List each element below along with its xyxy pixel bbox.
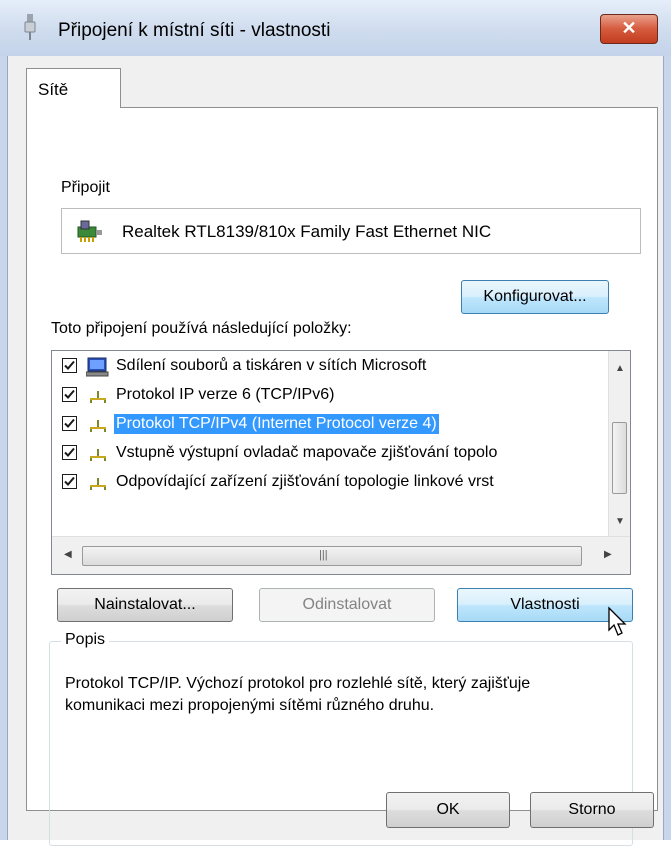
ok-button[interactable]: OK <box>386 792 510 828</box>
network-protocol-icon <box>90 391 106 403</box>
description-text: Protokol TCP/IP. Výchozí protokol pro ro… <box>65 675 531 714</box>
grip-icon: ||| <box>319 549 328 561</box>
components-list[interactable]: Sdílení souborů a tiskáren v sítích Micr… <box>51 350 631 575</box>
tab-panel: Připojit Realtek RTL8139/810x Family Fas… <box>26 107 658 846</box>
computer-icon <box>86 357 109 377</box>
checkbox[interactable] <box>62 387 77 402</box>
list-item[interactable]: Sdílení souborů a tiskáren v sítích Micr… <box>52 353 602 381</box>
list-item[interactable]: Odpovídající zařízení zjišťování topolog… <box>52 469 602 497</box>
network-protocol-icon <box>90 420 106 432</box>
checkbox[interactable] <box>62 416 77 431</box>
horizontal-scrollbar[interactable]: ◀ ||| ▶ <box>52 536 630 574</box>
network-adapter-icon <box>77 220 102 242</box>
list-item[interactable]: Vstupně výstupní ovladač mapovače zjišťo… <box>52 440 602 468</box>
network-connection-icon <box>24 14 36 40</box>
dialog-client: Sítě Připojit Realtek RTL8139/810x Famil… <box>7 56 664 846</box>
adapter-field: Realtek RTL8139/810x Family Fast Etherne… <box>61 208 641 254</box>
item-label: Odpovídající zařízení zjišťování topolog… <box>116 473 494 490</box>
network-protocol-icon <box>90 449 106 461</box>
item-label: Protokol TCP/IPv4 (Internet Protocol ver… <box>114 414 439 434</box>
vertical-scrollbar[interactable]: ▲ ▼ <box>608 351 630 536</box>
vertical-scroll-thumb[interactable] <box>612 422 627 494</box>
network-protocol-icon <box>90 478 106 490</box>
checkbox[interactable] <box>62 445 77 460</box>
cancel-button[interactable]: Storno <box>530 792 654 828</box>
scroll-down-arrow-icon[interactable]: ▼ <box>615 516 625 527</box>
properties-window: Připojení k místní síti - vlastnosti ✕ S… <box>0 0 671 846</box>
list-item[interactable]: Protokol IP verze 6 (TCP/IPv6) <box>52 382 602 410</box>
horizontal-scroll-thumb[interactable]: ||| <box>82 546 582 566</box>
checkbox[interactable] <box>62 358 77 373</box>
configure-button[interactable]: Konfigurovat... <box>461 280 609 314</box>
item-label: Protokol IP verze 6 (TCP/IPv6) <box>116 386 335 403</box>
close-button[interactable]: ✕ <box>600 14 658 44</box>
item-label: Sdílení souborů a tiskáren v sítích Micr… <box>116 357 427 374</box>
scroll-left-arrow-icon[interactable]: ◀ <box>64 549 72 560</box>
items-label: Toto připojení používá následující polož… <box>51 320 352 337</box>
scroll-up-arrow-icon[interactable]: ▲ <box>615 363 625 374</box>
install-button[interactable]: Nainstalovat... <box>57 588 233 622</box>
adapter-name: Realtek RTL8139/810x Family Fast Etherne… <box>122 222 492 241</box>
tab-site[interactable]: Sítě <box>26 68 121 108</box>
uninstall-button[interactable]: Odinstalovat <box>259 588 435 622</box>
title-bar[interactable]: Připojení k místní síti - vlastnosti ✕ <box>0 0 671 56</box>
checkbox[interactable] <box>62 474 77 489</box>
description-title: Popis <box>61 631 110 649</box>
scroll-right-arrow-icon[interactable]: ▶ <box>604 549 612 560</box>
list-item-selected[interactable]: Protokol TCP/IPv4 (Internet Protocol ver… <box>52 411 602 439</box>
mouse-cursor-icon <box>608 606 627 636</box>
window-title: Připojení k místní síti - vlastnosti <box>58 20 331 41</box>
connect-label: Připojit <box>61 179 110 196</box>
item-label: Vstupně výstupní ovladač mapovače zjišťo… <box>116 444 498 461</box>
